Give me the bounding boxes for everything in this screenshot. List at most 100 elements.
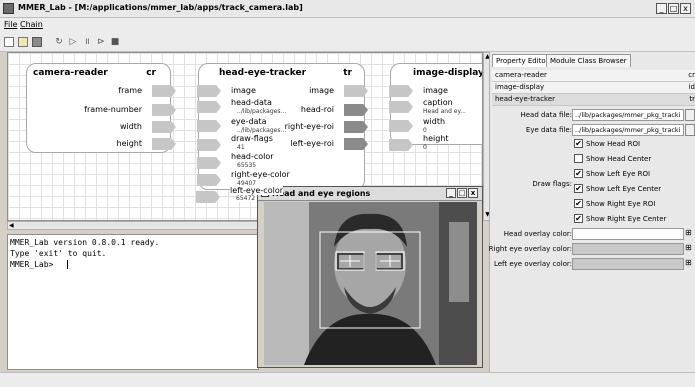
flag-label: Show Left Eye Center [586,185,662,193]
flag-checkbox[interactable]: ✔ [574,184,583,193]
port-value: 65535 [237,162,257,169]
port-label: height [116,139,143,148]
port-label: image [309,86,334,95]
flag-row: Show Head Center [490,151,695,167]
stop-icon[interactable]: ■ [110,37,120,47]
color-picker-icon[interactable]: ⊞ [685,258,695,270]
pause-icon[interactable]: ॥ [82,37,92,47]
input-port[interactable] [197,101,221,113]
module-row[interactable]: image-display id [492,82,695,94]
flag-label: Show Right Eye ROI [586,200,656,208]
node-camera-reader[interactable]: camera-reader cr frame frame-number widt… [26,63,176,153]
minimize-button[interactable]: _ [656,3,667,14]
port-value: 65472 [236,195,256,202]
menu-bar: File Chain [0,18,695,32]
flag-checkbox[interactable]: ✔ [574,139,583,148]
left-eye-overlay-color[interactable] [572,258,684,270]
browse-button[interactable] [685,109,695,121]
port-label: right-eye-color [231,170,290,179]
output-port[interactable] [152,121,176,133]
input-port[interactable] [197,157,221,169]
flag-checkbox[interactable]: ✔ [574,199,583,208]
output-port[interactable] [152,104,176,116]
console-prompt[interactable]: MMER_Lab> [10,260,53,269]
image-window[interactable]: Head and eye regions _ □ x [257,186,483,368]
node-image-display[interactable]: image-display image caption Head and ey.… [389,63,483,151]
input-port[interactable] [389,101,413,113]
port-value: ../lib/packages... [237,108,287,115]
window-title: MMER_Lab - [M:/applications/mmer_lab/app… [18,3,303,12]
browse-button[interactable] [685,124,695,136]
input-port[interactable] [196,191,220,203]
output-port[interactable] [152,138,176,150]
right-eye-overlay-row: Right eye overlay color: ⊞ [488,241,695,257]
close-button[interactable]: x [680,3,691,14]
input-port[interactable] [389,85,413,97]
eye-data-field[interactable]: ../lib/packages/mmer_pkg_tracki [572,124,684,136]
scroll-left-icon[interactable]: ◀ [9,222,14,229]
image-window-titlebar[interactable]: Head and eye regions _ □ x [258,187,482,201]
tab-module-class-browser[interactable]: Module Class Browser [546,54,631,67]
module-name: head-eye-tracker [495,95,556,103]
port-value: 0 [423,127,427,134]
input-port[interactable] [197,139,221,151]
image-window-close-button[interactable]: x [468,188,478,198]
output-port[interactable] [344,121,368,133]
port-label: frame-number [84,105,142,114]
port-label: left-eye-roi [290,139,334,148]
play-icon[interactable]: ▷ [68,37,78,47]
menu-file[interactable]: File [4,20,17,29]
module-name: image-display [495,83,545,91]
output-port[interactable] [344,85,368,97]
save-icon[interactable] [32,37,42,47]
tab-property-editor[interactable]: Property Editor [492,54,553,67]
flag-label: Show Head Center [586,155,652,163]
input-port[interactable] [389,120,413,132]
port-label: image [423,86,448,95]
module-abbr: id [688,83,695,91]
toolbar: ↻ ▷ ॥ ⊳ ■ [0,32,695,52]
right-eye-overlay-label: Right eye overlay color: [488,245,572,253]
input-port[interactable] [197,85,221,97]
menu-chain[interactable]: Chain [20,20,43,29]
refresh-icon[interactable]: ↻ [54,37,64,47]
node-title: image-display [413,68,483,78]
output-port[interactable] [344,104,368,116]
color-picker-icon[interactable]: ⊞ [685,228,695,240]
image-window-title: Head and eye regions [272,189,371,198]
image-window-maximize-button[interactable]: □ [457,188,467,198]
image-window-minimize-button[interactable]: _ [446,188,456,198]
flag-checkbox[interactable]: ✔ [574,214,583,223]
module-row[interactable]: camera-reader cr [492,70,695,82]
maximize-button[interactable]: □ [668,3,679,14]
flag-row: ✔ Show Left Eye Center [490,181,695,197]
output-port[interactable] [344,138,368,150]
color-picker-icon[interactable]: ⊞ [685,243,695,255]
console-line: MMER_Lab version 0.8.0.1 ready. [10,238,160,247]
port-label: draw-flags [231,134,273,143]
output-port[interactable] [152,85,176,97]
module-row-selected[interactable]: head-eye-tracker tr [492,94,695,106]
port-label: width [119,122,142,131]
tracked-face-photo [264,202,477,365]
new-icon[interactable] [4,37,14,47]
port-value: 41 [237,144,245,151]
step-icon[interactable]: ⊳ [96,37,106,47]
input-port[interactable] [197,174,221,186]
port-label: frame [118,86,142,95]
input-port[interactable] [389,139,413,151]
module-name: camera-reader [495,71,547,79]
node-head-eye-tracker[interactable]: head-eye-tracker tr image head-data ../l… [197,63,368,190]
head-overlay-label: Head overlay color: [503,230,572,238]
left-eye-overlay-label: Left eye overlay color: [493,260,572,268]
eye-data-label: Eye data file: [525,126,572,134]
head-data-field[interactable]: ../lib/packages/mmer_pkg_tracki [572,109,684,121]
node-title: head-eye-tracker [219,68,307,78]
flag-checkbox[interactable] [574,154,583,163]
console[interactable]: MMER_Lab version 0.8.0.1 ready. Type 'ex… [7,234,259,370]
head-overlay-color[interactable] [572,228,684,240]
port-label: left-eye-color [230,186,284,195]
right-eye-overlay-color[interactable] [572,243,684,255]
open-icon[interactable] [18,37,28,47]
input-port[interactable] [197,120,221,132]
